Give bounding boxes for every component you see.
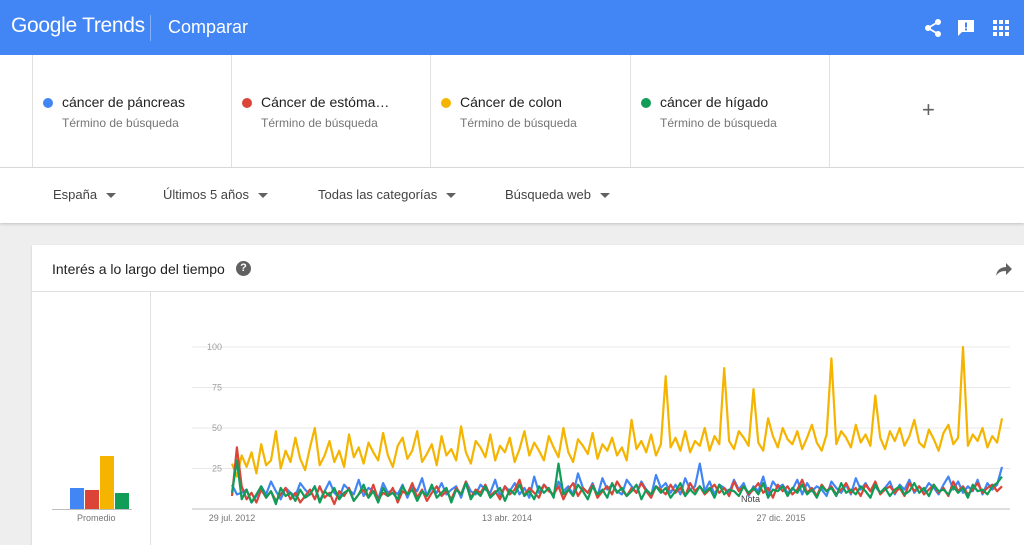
search-term-type: Término de búsqueda <box>660 116 777 130</box>
add-term-button[interactable]: + <box>829 55 1024 167</box>
search-term-2[interactable]: Cáncer de estóma… Término de búsqueda <box>231 55 431 167</box>
apps-icon[interactable] <box>990 17 1012 39</box>
series-color-dot <box>43 98 53 108</box>
y-tick-label: 50 <box>212 423 222 433</box>
caret-down-icon <box>257 193 268 199</box>
search-term-type: Término de búsqueda <box>261 116 378 130</box>
x-tick-label: 13 abr. 2014 <box>482 513 532 523</box>
share-icon[interactable] <box>922 17 944 39</box>
region-label: España <box>53 187 98 202</box>
series-color-dot <box>641 98 651 108</box>
series-color-dot <box>242 98 252 108</box>
category-label: Todas las categorías <box>318 187 438 202</box>
caret-down-icon <box>446 193 457 199</box>
average-bar[interactable] <box>115 493 129 509</box>
feedback-icon[interactable] <box>955 17 977 39</box>
interest-over-time-card: Interés a lo largo del tiempo ? Promedio… <box>32 245 1024 545</box>
search-term-3[interactable]: Cáncer de colon Término de búsqueda <box>430 55 630 167</box>
series-color-dot <box>441 98 451 108</box>
search-term-name: cáncer de hígado <box>660 94 769 110</box>
plus-icon: + <box>922 97 935 122</box>
average-bar[interactable] <box>100 456 114 509</box>
google-trends-logo[interactable]: Google Trends <box>11 14 145 38</box>
x-tick-label: 29 jul. 2012 <box>209 513 256 523</box>
page-title: Comparar <box>168 17 249 37</box>
search-term-type: Término de búsqueda <box>460 116 577 130</box>
average-panel: Promedio <box>32 292 151 545</box>
share-arrow-icon[interactable] <box>995 261 1013 277</box>
time-range-label: Últimos 5 años <box>163 187 249 202</box>
average-bar[interactable] <box>85 489 99 509</box>
header-divider <box>150 15 151 41</box>
caret-down-icon <box>106 193 117 199</box>
card-title: Interés a lo largo del tiempo <box>52 261 225 277</box>
app-header: Google Trends Comparar <box>0 0 1024 55</box>
y-tick-label: 25 <box>212 464 222 474</box>
average-label: Promedio <box>77 513 116 523</box>
y-tick-label: 75 <box>212 383 222 393</box>
category-dropdown[interactable]: Todas las categorías <box>318 187 457 202</box>
y-tick-label: 100 <box>207 342 222 352</box>
search-term-1[interactable]: cáncer de páncreas Término de búsqueda <box>32 55 232 167</box>
series-line[interactable] <box>230 345 1004 478</box>
search-term-name: Cáncer de colon <box>460 94 562 110</box>
help-icon[interactable]: ? <box>236 261 251 276</box>
search-term-type: Término de búsqueda <box>62 116 179 130</box>
average-bar[interactable] <box>70 488 84 509</box>
x-tick-label: 27 dic. 2015 <box>756 513 805 523</box>
region-dropdown[interactable]: España <box>53 187 117 202</box>
caret-down-icon <box>600 193 611 199</box>
search-type-dropdown[interactable]: Búsqueda web <box>505 187 611 202</box>
search-type-label: Búsqueda web <box>505 187 592 202</box>
search-term-4[interactable]: cáncer de hígado Término de búsqueda <box>630 55 830 167</box>
search-term-name: cáncer de páncreas <box>62 94 185 110</box>
note-annotation[interactable]: Nota <box>741 494 760 504</box>
filters-bar: España Últimos 5 años Todas las categorí… <box>0 168 1024 223</box>
line-chart[interactable]: 100 75 50 25 29 jul. 2012 13 abr. 2014 27 dic… <box>152 292 1022 545</box>
average-baseline <box>52 509 132 510</box>
search-term-name: Cáncer de estóma… <box>261 94 390 110</box>
time-range-dropdown[interactable]: Últimos 5 años <box>163 187 268 202</box>
search-terms-bar: cáncer de páncreas Término de búsqueda C… <box>0 55 1024 168</box>
